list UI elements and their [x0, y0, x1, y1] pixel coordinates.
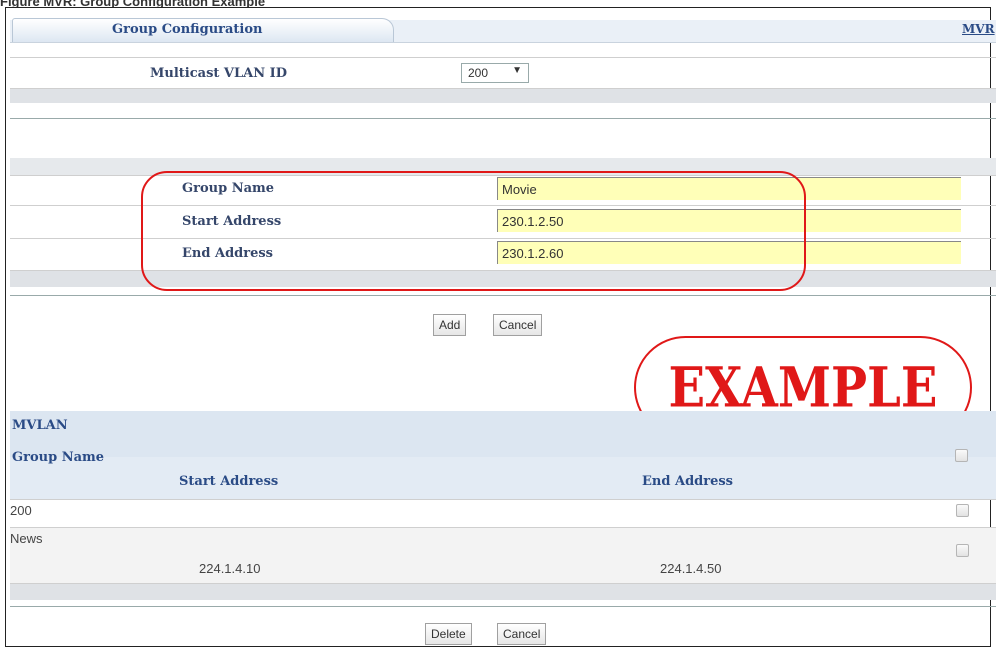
table-header	[10, 411, 996, 457]
divider	[10, 118, 996, 119]
multicast-vlan-label: Multicast VLAN ID	[150, 66, 287, 81]
mvr-link[interactable]: MVR	[962, 22, 995, 36]
chevron-down-icon: ▼	[512, 65, 522, 76]
table-subheader	[10, 457, 996, 499]
divider	[10, 499, 996, 500]
cancel-button[interactable]: Cancel	[493, 314, 543, 336]
group-name-header: Group Name	[12, 450, 105, 465]
mvlan-cell: 200	[10, 503, 32, 518]
multicast-vlan-value: 200	[468, 66, 489, 80]
group-cell: News	[10, 531, 43, 546]
start-cell: 224.1.4.10	[199, 561, 261, 576]
highlight-callout	[141, 171, 806, 291]
row-checkbox[interactable]	[956, 544, 969, 557]
end-cell: 224.1.4.50	[660, 561, 722, 576]
end-address-header: End Address	[642, 474, 733, 489]
divider	[10, 295, 996, 296]
table-row	[10, 528, 996, 583]
cancel-button[interactable]: Cancel	[497, 623, 547, 645]
divider	[10, 606, 996, 607]
row-checkbox[interactable]	[956, 504, 969, 517]
divider	[10, 57, 996, 58]
select-all-checkbox[interactable]	[955, 449, 968, 462]
section-band	[10, 89, 996, 103]
add-button[interactable]: Add	[433, 314, 467, 336]
section-band	[10, 584, 996, 600]
delete-button[interactable]: Delete	[425, 623, 472, 645]
multicast-vlan-select[interactable]: 200 ▼	[461, 63, 529, 83]
tab-group-configuration-label: Group Configuration	[112, 22, 263, 37]
start-address-header: Start Address	[179, 474, 279, 489]
mvlan-header: MVLAN	[12, 418, 68, 433]
